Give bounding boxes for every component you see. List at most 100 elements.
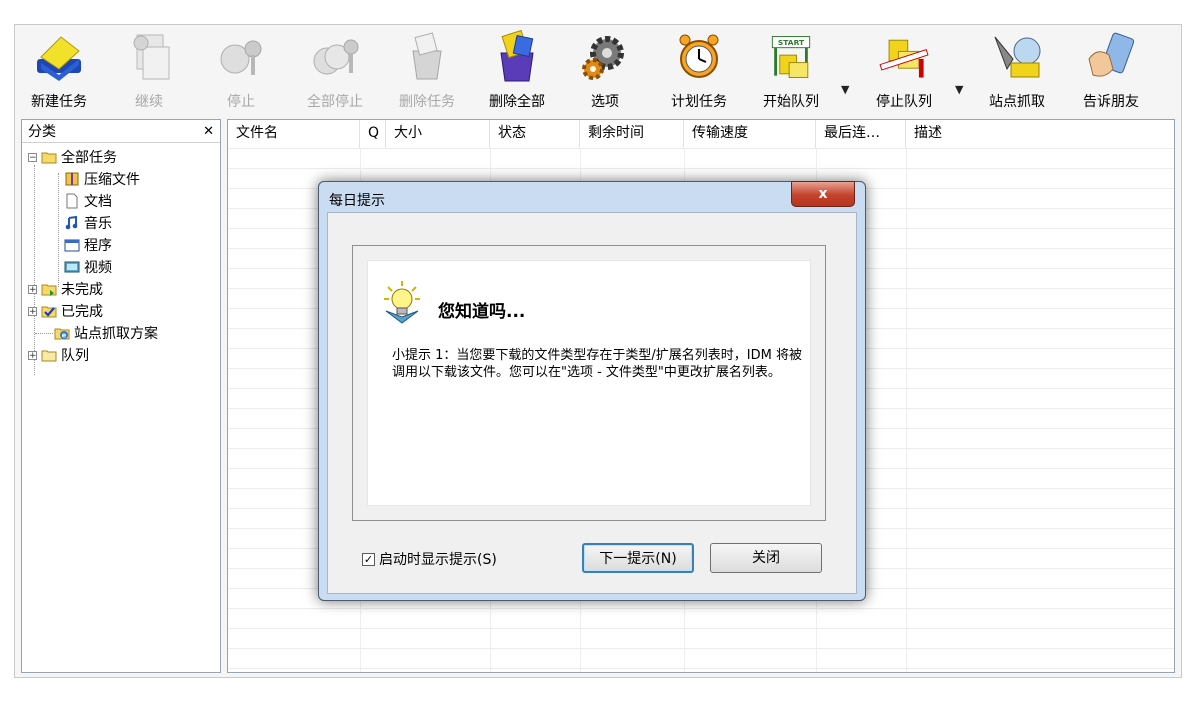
stop-queue-dropdown-arrow[interactable]: ▼ — [955, 83, 963, 96]
options-label: 选项 — [591, 94, 619, 110]
stop-icon — [213, 29, 269, 85]
checkbox-checkmark-icon[interactable]: ✓ — [362, 552, 375, 566]
site-grabber-label: 站点抓取 — [989, 94, 1045, 110]
delete-task-label: 删除任务 — [399, 94, 455, 110]
expand-toggle[interactable]: + — [28, 284, 37, 294]
stop-queue-icon — [876, 29, 932, 85]
start-queue-button[interactable]: START 开始队列 — [751, 25, 831, 115]
tree-item-label: 全部任务 — [61, 150, 117, 166]
tree-item-label: 已完成 — [61, 304, 103, 320]
stop-all-icon — [307, 29, 363, 85]
dialog-close-button[interactable]: x — [791, 181, 855, 207]
scheduler-button[interactable]: 计划任务 — [659, 25, 739, 115]
category-panel: 分类 ✕ − 全部任务 压缩文件 文档 音乐 程序 视频 + 未完成 + 已完成… — [21, 119, 221, 673]
category-panel-title: 分类 — [28, 124, 56, 140]
column-header-transfer-rate[interactable]: 传输速度 — [684, 120, 816, 148]
new-task-label: 新建任务 — [31, 94, 87, 110]
alarm-clock-icon — [671, 29, 727, 85]
tree-line — [34, 165, 35, 375]
dialog-title: 每日提示 — [329, 193, 385, 209]
site-grabber-button[interactable]: 站点抓取 — [977, 25, 1057, 115]
ie-globe-icon: e — [54, 325, 70, 341]
column-header-last-try[interactable]: 最后连… — [816, 120, 906, 148]
resume-button[interactable]: 继续 — [111, 25, 187, 115]
daily-tip-dialog: 每日提示 x 您知道吗... 小提示 1：当您要下载的文件类型存在于类型/扩展名… — [318, 181, 866, 601]
delete-task-icon — [399, 29, 455, 85]
options-button[interactable]: 选项 — [569, 25, 641, 115]
tree-line — [58, 173, 59, 287]
column-divider — [906, 148, 907, 672]
resume-icon — [121, 29, 177, 85]
program-window-icon — [64, 237, 80, 253]
tree-item-label: 音乐 — [84, 216, 112, 232]
collapse-toggle[interactable]: − — [28, 152, 37, 162]
scheduler-label: 计划任务 — [671, 94, 727, 110]
options-gear-icon — [577, 29, 633, 85]
tip-panel: 您知道吗... 小提示 1：当您要下载的文件类型存在于类型/扩展名列表时，IDM… — [352, 245, 826, 521]
tree-item-all-tasks[interactable]: − 全部任务 — [28, 147, 117, 167]
tell-friend-icon — [1083, 29, 1139, 85]
queue-folder-icon — [41, 347, 57, 363]
document-icon — [64, 193, 80, 209]
tree-item-programs[interactable]: 程序 — [64, 235, 112, 255]
list-header: 文件名 Q 大小 状态 剩余时间 传输速度 最后连… 描述 — [228, 120, 1174, 149]
video-icon — [64, 259, 80, 275]
start-queue-label: 开始队列 — [763, 94, 819, 110]
stop-queue-label: 停止队列 — [876, 94, 932, 110]
tree-item-finished[interactable]: + 已完成 — [28, 301, 103, 321]
tree-item-music[interactable]: 音乐 — [64, 213, 112, 233]
expand-toggle[interactable]: + — [28, 350, 37, 360]
lightbulb-icon — [382, 281, 422, 329]
delete-all-button[interactable]: 删除全部 — [477, 25, 557, 115]
music-note-icon — [64, 215, 80, 231]
stop-label: 停止 — [227, 94, 255, 110]
tree-line — [35, 333, 53, 334]
tree-item-unfinished[interactable]: + 未完成 — [28, 279, 103, 299]
tree-item-label: 未完成 — [61, 282, 103, 298]
delete-task-button[interactable]: 删除任务 — [387, 25, 467, 115]
column-header-queue[interactable]: Q — [360, 120, 386, 148]
tree-item-label: 压缩文件 — [84, 172, 140, 188]
stop-all-button[interactable]: 全部停止 — [295, 25, 375, 115]
tell-friend-button[interactable]: 告诉朋友 — [1071, 25, 1151, 115]
new-task-button[interactable]: 新建任务 — [21, 25, 97, 115]
delete-all-icon — [489, 29, 545, 85]
unfinished-folder-icon — [41, 281, 57, 297]
main-toolbar: 新建任务 继续 停止 全部停止 删除任务 删除全部 选项 计划任务 START … — [15, 25, 1181, 117]
tree-item-site-grabber-projects[interactable]: e 站点抓取方案 — [54, 323, 158, 343]
column-header-status[interactable]: 状态 — [490, 120, 580, 148]
category-panel-close-icon[interactable]: ✕ — [203, 124, 214, 139]
new-task-icon — [31, 29, 87, 85]
finished-folder-icon — [41, 303, 57, 319]
svg-text:e: e — [62, 332, 67, 340]
tip-heading: 您知道吗... — [438, 302, 526, 322]
column-header-description[interactable]: 描述 — [906, 120, 1174, 148]
stop-queue-button[interactable]: 停止队列 — [863, 25, 945, 115]
tree-item-documents[interactable]: 文档 — [64, 191, 112, 211]
dialog-body: 您知道吗... 小提示 1：当您要下载的文件类型存在于类型/扩展名列表时，IDM… — [327, 212, 857, 594]
tree-item-label: 程序 — [84, 238, 112, 254]
tree-item-video[interactable]: 视频 — [64, 257, 112, 277]
tree-item-queues[interactable]: + 队列 — [28, 345, 89, 365]
column-header-time-left[interactable]: 剩余时间 — [580, 120, 684, 148]
tip-content: 您知道吗... 小提示 1：当您要下载的文件类型存在于类型/扩展名列表时，IDM… — [367, 260, 811, 506]
tree-item-archives[interactable]: 压缩文件 — [64, 169, 140, 189]
site-grabber-icon — [989, 29, 1045, 85]
category-panel-header: 分类 ✕ — [22, 120, 220, 143]
resume-label: 继续 — [135, 94, 163, 110]
start-queue-icon: START — [763, 29, 819, 85]
archive-icon — [64, 171, 80, 187]
column-header-filename[interactable]: 文件名 — [228, 120, 360, 148]
next-tip-button[interactable]: 下一提示(N) — [582, 543, 694, 573]
start-sign-text: START — [778, 38, 805, 47]
start-queue-dropdown-arrow[interactable]: ▼ — [841, 83, 849, 96]
show-tips-on-startup-checkbox[interactable]: ✓ 启动时显示提示(S) — [362, 549, 497, 569]
tree-item-label: 站点抓取方案 — [74, 326, 158, 342]
expand-toggle[interactable]: + — [28, 306, 37, 316]
stop-button[interactable]: 停止 — [203, 25, 279, 115]
tree-item-label: 视频 — [84, 260, 112, 276]
tree-item-label: 队列 — [61, 348, 89, 364]
close-dialog-button[interactable]: 关闭 — [710, 543, 822, 573]
stop-all-label: 全部停止 — [307, 94, 363, 110]
column-header-size[interactable]: 大小 — [386, 120, 490, 148]
